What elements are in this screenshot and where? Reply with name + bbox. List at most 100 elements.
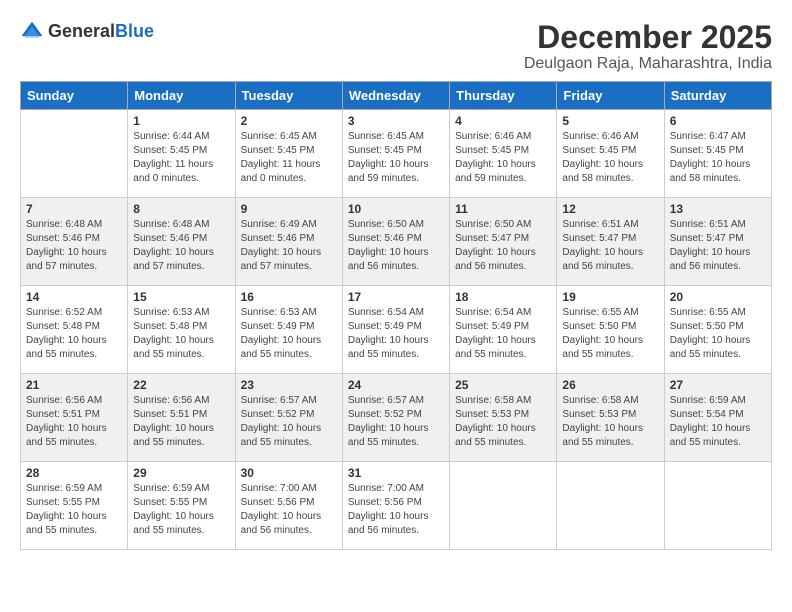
calendar-cell: 18 Sunrise: 6:54 AM Sunset: 5:49 PM Dayli…: [450, 286, 557, 374]
calendar-week-row: 21 Sunrise: 6:56 AM Sunset: 5:51 PM Dayli…: [21, 374, 772, 462]
day-number: 4: [455, 114, 551, 128]
day-info: Sunrise: 6:45 AM Sunset: 5:45 PM Dayligh…: [348, 130, 444, 186]
calendar-cell: 30 Sunrise: 7:00 AM Sunset: 5:56 PM Dayli…: [235, 462, 342, 550]
day-number: 13: [670, 202, 766, 216]
day-info: Sunrise: 6:52 AM Sunset: 5:48 PM Dayligh…: [26, 306, 122, 362]
calendar-cell: 20Sunrise: 6:55 AM Sunset: 5:50 PM Dayli…: [664, 286, 771, 374]
weekday-header-sunday: Sunday: [21, 82, 128, 110]
day-info: Sunrise: 6:44 AM Sunset: 5:45 PM Dayligh…: [133, 130, 229, 186]
day-info: Sunrise: 6:56 AM Sunset: 5:51 PM Dayligh…: [26, 394, 122, 450]
day-number: 10: [348, 202, 444, 216]
day-number: 1: [133, 114, 229, 128]
calendar-cell: 5Sunrise: 6:46 AM Sunset: 5:45 PM Daylig…: [557, 110, 664, 198]
calendar-cell: 19Sunrise: 6:55 AM Sunset: 5:50 PM Dayli…: [557, 286, 664, 374]
page-header: GeneralBlue December 2025 Deulgaon Raja,…: [20, 20, 772, 73]
calendar-cell: 28 Sunrise: 6:59 AM Sunset: 5:55 PM Dayli…: [21, 462, 128, 550]
calendar-cell: 22Sunrise: 6:56 AM Sunset: 5:51 PM Dayli…: [128, 374, 235, 462]
day-number: 7: [26, 202, 122, 216]
day-info: Sunrise: 6:50 AM Sunset: 5:46 PM Dayligh…: [348, 218, 444, 274]
calendar-cell: 4 Sunrise: 6:46 AM Sunset: 5:45 PM Daylig…: [450, 110, 557, 198]
day-info: Sunrise: 6:54 AM Sunset: 5:49 PM Dayligh…: [348, 306, 444, 362]
day-number: 2: [241, 114, 337, 128]
day-number: 15: [133, 290, 229, 304]
day-number: 27: [670, 378, 766, 392]
calendar-cell: 25 Sunrise: 6:58 AM Sunset: 5:53 PM Dayli…: [450, 374, 557, 462]
calendar-week-row: 7 Sunrise: 6:48 AM Sunset: 5:46 PM Daylig…: [21, 198, 772, 286]
day-info: Sunrise: 6:51 AM Sunset: 5:47 PM Dayligh…: [562, 218, 658, 274]
day-number: 6: [670, 114, 766, 128]
day-info: Sunrise: 6:47 AM Sunset: 5:45 PM Dayligh…: [670, 130, 766, 186]
title-block: December 2025 Deulgaon Raja, Maharashtra…: [524, 20, 772, 73]
day-info: Sunrise: 6:45 AM Sunset: 5:45 PM Dayligh…: [241, 130, 337, 186]
weekday-header-friday: Friday: [557, 82, 664, 110]
day-info: Sunrise: 6:58 AM Sunset: 5:53 PM Dayligh…: [455, 394, 551, 450]
day-number: 17: [348, 290, 444, 304]
weekday-header-tuesday: Tuesday: [235, 82, 342, 110]
day-number: 23: [241, 378, 337, 392]
day-info: Sunrise: 7:00 AM Sunset: 5:56 PM Dayligh…: [241, 482, 337, 538]
calendar-cell: [557, 462, 664, 550]
logo-icon: [20, 20, 44, 44]
logo-text-general: General: [48, 21, 115, 41]
day-info: Sunrise: 6:50 AM Sunset: 5:47 PM Dayligh…: [455, 218, 551, 274]
weekday-header-row: SundayMondayTuesdayWednesdayThursdayFrid…: [21, 82, 772, 110]
day-info: Sunrise: 6:46 AM Sunset: 5:45 PM Dayligh…: [562, 130, 658, 186]
day-info: Sunrise: 6:55 AM Sunset: 5:50 PM Dayligh…: [670, 306, 766, 362]
location-title: Deulgaon Raja, Maharashtra, India: [524, 55, 772, 73]
day-info: Sunrise: 6:59 AM Sunset: 5:55 PM Dayligh…: [26, 482, 122, 538]
weekday-header-saturday: Saturday: [664, 82, 771, 110]
calendar-cell: 7 Sunrise: 6:48 AM Sunset: 5:46 PM Daylig…: [21, 198, 128, 286]
day-info: Sunrise: 6:46 AM Sunset: 5:45 PM Dayligh…: [455, 130, 551, 186]
day-info: Sunrise: 6:57 AM Sunset: 5:52 PM Dayligh…: [348, 394, 444, 450]
calendar-cell: 23 Sunrise: 6:57 AM Sunset: 5:52 PM Dayli…: [235, 374, 342, 462]
calendar-cell: 26 Sunrise: 6:58 AM Sunset: 5:53 PM Dayli…: [557, 374, 664, 462]
day-info: Sunrise: 6:48 AM Sunset: 5:46 PM Dayligh…: [26, 218, 122, 274]
day-info: Sunrise: 7:00 AM Sunset: 5:56 PM Dayligh…: [348, 482, 444, 538]
day-number: 16: [241, 290, 337, 304]
day-info: Sunrise: 6:58 AM Sunset: 5:53 PM Dayligh…: [562, 394, 658, 450]
day-number: 9: [241, 202, 337, 216]
day-info: Sunrise: 6:57 AM Sunset: 5:52 PM Dayligh…: [241, 394, 337, 450]
day-number: 29: [133, 466, 229, 480]
day-number: 21: [26, 378, 122, 392]
calendar-cell: 10 Sunrise: 6:50 AM Sunset: 5:46 PM Dayli…: [342, 198, 449, 286]
calendar-cell: 15 Sunrise: 6:53 AM Sunset: 5:48 PM Dayli…: [128, 286, 235, 374]
day-info: Sunrise: 6:55 AM Sunset: 5:50 PM Dayligh…: [562, 306, 658, 362]
calendar-cell: [664, 462, 771, 550]
month-title: December 2025: [524, 20, 772, 55]
day-info: Sunrise: 6:49 AM Sunset: 5:46 PM Dayligh…: [241, 218, 337, 274]
weekday-header-wednesday: Wednesday: [342, 82, 449, 110]
day-info: Sunrise: 6:53 AM Sunset: 5:48 PM Dayligh…: [133, 306, 229, 362]
day-number: 12: [562, 202, 658, 216]
logo-text-blue: Blue: [115, 21, 154, 41]
day-number: 3: [348, 114, 444, 128]
calendar-cell: 31Sunrise: 7:00 AM Sunset: 5:56 PM Dayli…: [342, 462, 449, 550]
day-number: 14: [26, 290, 122, 304]
calendar-cell: 2 Sunrise: 6:45 AM Sunset: 5:45 PM Daylig…: [235, 110, 342, 198]
day-number: 26: [562, 378, 658, 392]
day-number: 18: [455, 290, 551, 304]
day-number: 22: [133, 378, 229, 392]
day-number: 11: [455, 202, 551, 216]
weekday-header-monday: Monday: [128, 82, 235, 110]
logo: GeneralBlue: [20, 20, 154, 44]
day-number: 8: [133, 202, 229, 216]
calendar-cell: 24Sunrise: 6:57 AM Sunset: 5:52 PM Dayli…: [342, 374, 449, 462]
calendar-cell: 13 Sunrise: 6:51 AM Sunset: 5:47 PM Dayli…: [664, 198, 771, 286]
day-info: Sunrise: 6:54 AM Sunset: 5:49 PM Dayligh…: [455, 306, 551, 362]
day-number: 28: [26, 466, 122, 480]
calendar-week-row: 14 Sunrise: 6:52 AM Sunset: 5:48 PM Dayli…: [21, 286, 772, 374]
day-info: Sunrise: 6:51 AM Sunset: 5:47 PM Dayligh…: [670, 218, 766, 274]
calendar-cell: [21, 110, 128, 198]
calendar-week-row: 28 Sunrise: 6:59 AM Sunset: 5:55 PM Dayli…: [21, 462, 772, 550]
weekday-header-thursday: Thursday: [450, 82, 557, 110]
day-info: Sunrise: 6:59 AM Sunset: 5:54 PM Dayligh…: [670, 394, 766, 450]
calendar-cell: 3 Sunrise: 6:45 AM Sunset: 5:45 PM Daylig…: [342, 110, 449, 198]
day-number: 25: [455, 378, 551, 392]
calendar-week-row: 1 Sunrise: 6:44 AM Sunset: 5:45 PM Daylig…: [21, 110, 772, 198]
calendar-table: SundayMondayTuesdayWednesdayThursdayFrid…: [20, 81, 772, 550]
calendar-cell: 11 Sunrise: 6:50 AM Sunset: 5:47 PM Dayli…: [450, 198, 557, 286]
calendar-cell: 14 Sunrise: 6:52 AM Sunset: 5:48 PM Dayli…: [21, 286, 128, 374]
day-number: 30: [241, 466, 337, 480]
day-info: Sunrise: 6:59 AM Sunset: 5:55 PM Dayligh…: [133, 482, 229, 538]
